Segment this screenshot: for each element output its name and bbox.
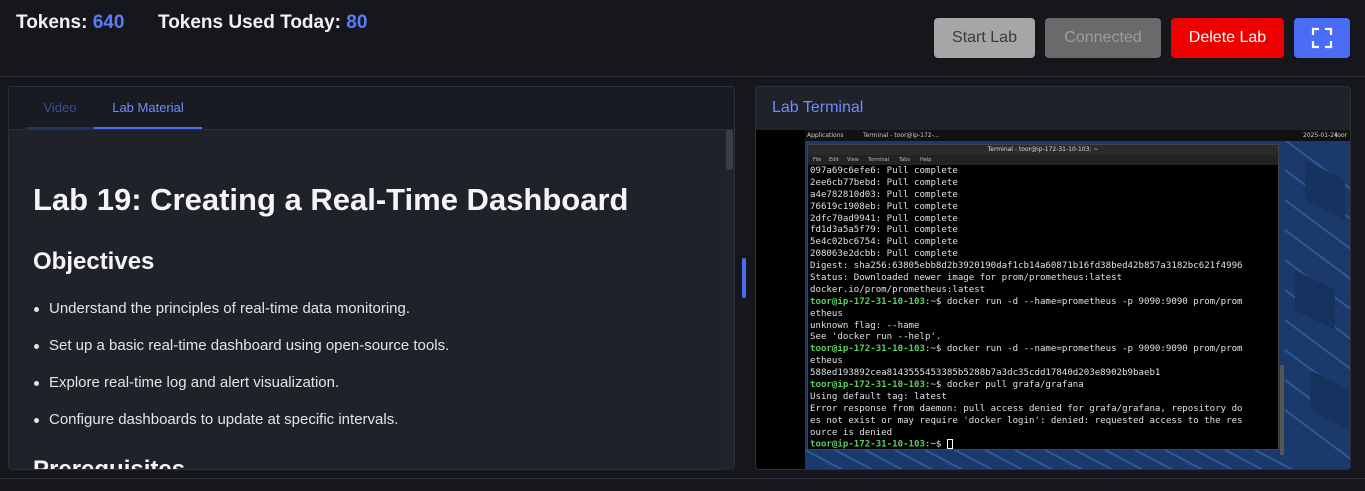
terminal-line: 208063e2dcbb: Pull complete xyxy=(810,249,958,260)
terminal-panel-title: Lab Terminal xyxy=(772,99,864,116)
start-lab-button[interactable]: Start Lab xyxy=(934,18,1035,58)
terminal-line: a4e782810d03: Pull complete xyxy=(810,189,958,200)
terminal-line: toor@ip-172-31-10-103:~$ docker run -d -… xyxy=(810,344,1276,356)
terminal-prompt: toor@ip-172-31-10-103 xyxy=(810,344,925,355)
bullet xyxy=(34,381,39,386)
terminal-line: es not exist or may require 'docker logi… xyxy=(810,415,1243,426)
tokens-used-stat: Tokens Used Today: 80 xyxy=(158,12,367,34)
terminal-line: 5e4c02bc6754: Pull complete xyxy=(810,237,958,248)
terminal-line: 097a69c6efe6: Pull complete xyxy=(810,166,958,176)
terminal-prompt: toor@ip-172-31-10-103 xyxy=(810,380,925,391)
terminal-command: :~$ docker pull grafa/grafana xyxy=(924,380,1084,391)
fullscreen-icon xyxy=(1311,27,1333,49)
remote-desktop-view[interactable]: Applications Terminal - toor@ip-172-... … xyxy=(756,130,1350,469)
lab-title: Lab 19: Creating a Real-Time Dashboard xyxy=(33,182,629,217)
delete-lab-button[interactable]: Delete Lab xyxy=(1171,18,1284,58)
terminal-command: :~$ xyxy=(924,439,947,450)
tab-lab-material[interactable]: Lab Material xyxy=(94,87,202,129)
taskbar-date: 2025-01-24 xyxy=(1303,132,1338,139)
terminal-line: Digest: sha256:63805ebb8d2b3920190daf1cb… xyxy=(810,261,1243,272)
terminal-line: Status: Downloaded newer image for prom/… xyxy=(810,273,1123,284)
tokens-used-label: Tokens Used Today: xyxy=(158,12,341,33)
terminal-line: Error response from daemon: pull access … xyxy=(810,403,1243,414)
terminal-prompt: toor@ip-172-31-10-103 xyxy=(810,439,925,450)
terminal-output[interactable]: 097a69c6efe6: Pull complete 2ee6cb77bebd:… xyxy=(810,166,1276,451)
taskbar-user[interactable]: toor xyxy=(1335,132,1347,139)
bullet xyxy=(34,307,39,312)
terminal-line: Using default tag: latest xyxy=(810,391,947,402)
lab-terminal-panel: Lab Terminal Applications Terminal - too… xyxy=(755,86,1351,470)
terminal-line: toor@ip-172-31-10-103:~$ xyxy=(810,439,1276,451)
split-handle[interactable] xyxy=(742,258,746,298)
os-taskbar: Applications Terminal - toor@ip-172-... … xyxy=(805,130,1350,141)
objective-text: Understand the principles of real-time d… xyxy=(49,300,411,317)
terminal-command: :~$ docker run -d --name=prometheus -p 9… xyxy=(924,344,1243,355)
terminal-menubar: File Edit View Terminal Tabs Help xyxy=(808,155,1278,165)
objective-text: Set up a basic real-time dashboard using… xyxy=(49,337,450,354)
prerequisites-heading: Prerequisites xyxy=(33,456,186,470)
taskbar-terminal-item[interactable]: Terminal - toor@ip-172-... xyxy=(863,132,939,139)
applications-menu[interactable]: Applications xyxy=(807,132,844,139)
objective-text: Configure dashboards to update at specif… xyxy=(49,411,399,428)
bottom-bar xyxy=(0,478,1365,491)
terminal-cursor xyxy=(946,439,953,450)
terminal-titlebar[interactable]: Terminal - toor@ip-172-31-10-103: ~ xyxy=(808,145,1278,155)
menu-file[interactable]: File xyxy=(813,157,821,163)
tokens-value: 640 xyxy=(92,12,125,33)
terminal-line: 588ed193892cea8143555453385b5288b7a3dc35… xyxy=(810,368,1161,379)
terminal-line: docker.io/prom/prometheus:latest xyxy=(810,284,986,295)
terminal-line: etheus xyxy=(810,356,843,367)
terminal-line: etheus xyxy=(810,308,843,319)
tab-video[interactable]: Video xyxy=(26,87,94,129)
top-bar: Tokens: 640 Tokens Used Today: 80 Start … xyxy=(0,0,1365,77)
terminal-prompt: toor@ip-172-31-10-103 xyxy=(810,296,925,307)
menu-edit[interactable]: Edit xyxy=(829,157,839,163)
menu-tabs[interactable]: Tabs xyxy=(899,157,910,163)
remote-desktop[interactable]: Applications Terminal - toor@ip-172-... … xyxy=(805,130,1350,469)
terminal-line: toor@ip-172-31-10-103:~$ docker run -d -… xyxy=(810,297,1276,309)
terminal-window[interactable]: Terminal - toor@ip-172-31-10-103: ~ File… xyxy=(807,144,1284,455)
tokens-label: Tokens: xyxy=(16,12,88,33)
terminal-line: 2ee6cb77bebd: Pull complete xyxy=(810,177,958,188)
bullet xyxy=(34,418,39,423)
terminal-line: ource is denied xyxy=(810,427,893,438)
menu-terminal[interactable]: Terminal xyxy=(868,157,889,163)
connected-button[interactable]: Connected xyxy=(1045,18,1161,58)
objective-text: Explore real-time log and alert visualiz… xyxy=(49,374,340,391)
material-scrollbar[interactable] xyxy=(725,130,734,470)
tokens-used-value: 80 xyxy=(346,12,368,33)
bullet xyxy=(34,344,39,349)
terminal-line: fd1d3a5a5f79: Pull complete xyxy=(810,225,958,236)
terminal-line: toor@ip-172-31-10-103:~$ docker pull gra… xyxy=(810,380,1276,392)
menu-view[interactable]: View xyxy=(847,157,859,163)
terminal-scrollbar[interactable] xyxy=(1280,365,1284,455)
terminal-command: :~$ docker run -d --hame=prometheus -p 9… xyxy=(924,296,1243,307)
tab-bar: Video Lab Material xyxy=(9,87,734,130)
lab-material-content: Lab 19: Creating a Real-Time Dashboard O… xyxy=(33,130,723,470)
lab-material-panel: Video Lab Material Lab 19: Creating a Re… xyxy=(8,86,735,470)
terminal-line: See 'docker run --help'. xyxy=(810,332,942,343)
menu-help[interactable]: Help xyxy=(920,157,931,163)
tokens-stat: Tokens: 640 xyxy=(16,12,124,34)
terminal-line: unknown flag: --hame xyxy=(810,320,920,331)
fullscreen-button[interactable] xyxy=(1294,18,1350,58)
terminal-line: 2dfc70ad9941: Pull complete xyxy=(810,213,958,224)
terminal-line: 76619c1908eb: Pull complete xyxy=(810,201,958,212)
material-scrollbar-thumb[interactable] xyxy=(726,130,733,170)
objectives-heading: Objectives xyxy=(33,248,155,275)
